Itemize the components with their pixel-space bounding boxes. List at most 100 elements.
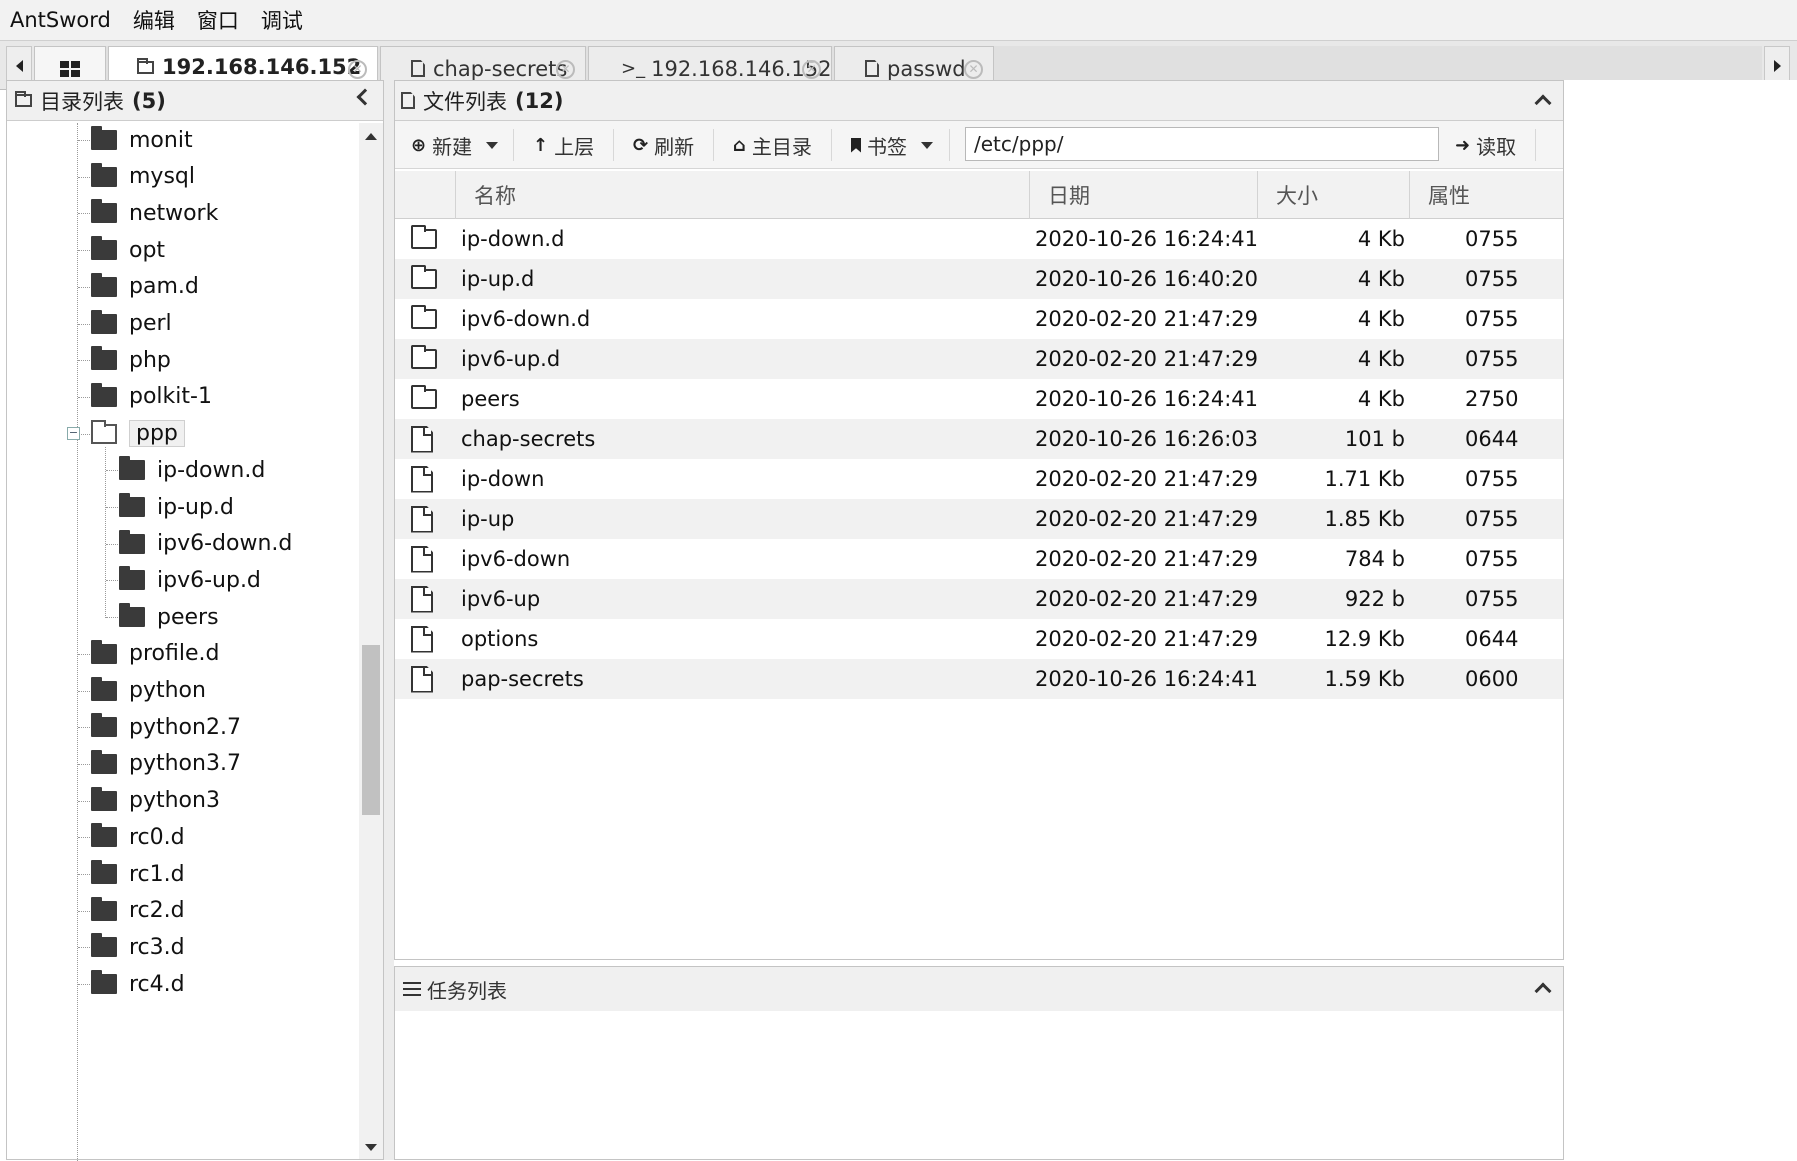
column-size[interactable]: 大小: [1257, 171, 1409, 219]
folder-icon: [91, 346, 117, 371]
file-date: 2020-02-20 21:47:29: [1035, 307, 1259, 331]
directory-tree: − monit mysql network opt pam.d perl php polkit-…: [7, 123, 359, 1161]
table-row[interactable]: chap-secrets 2020-10-26 16:26:03 101 b 0644: [395, 419, 1563, 459]
tree-item-label: rc3.d: [129, 934, 185, 960]
tree-item[interactable]: perl: [91, 307, 172, 341]
table-row[interactable]: ip-down.d 2020-10-26 16:24:41 4 Kb 0755: [395, 219, 1563, 259]
menu-debug[interactable]: 调试: [261, 5, 303, 35]
tree-item[interactable]: mysql: [91, 160, 195, 194]
path-input[interactable]: [965, 127, 1439, 161]
tree-item-label: rc1.d: [129, 861, 185, 887]
table-row[interactable]: ip-up.d 2020-10-26 16:40:20 4 Kb 0755: [395, 259, 1563, 299]
menu-antsword[interactable]: AntSword: [10, 8, 111, 32]
directory-scrollbar[interactable]: [359, 123, 383, 1159]
file-icon: [411, 585, 433, 613]
table-row[interactable]: pap-secrets 2020-10-26 16:24:41 1.59 Kb 060…: [395, 659, 1563, 699]
tree-item[interactable]: python3.7: [91, 747, 241, 781]
tree-item[interactable]: monit: [91, 123, 193, 157]
table-row[interactable]: ip-up 2020-02-20 21:47:29 1.85 Kb 0755: [395, 499, 1563, 539]
file-attr: 0755: [1465, 307, 1519, 331]
close-icon[interactable]: ✕: [802, 60, 821, 79]
table-row[interactable]: ipv6-down.d 2020-02-20 21:47:29 4 Kb 0755: [395, 299, 1563, 339]
column-date[interactable]: 日期: [1029, 171, 1257, 219]
file-toolbar: ⊕ 新建 ↑ 上层 ⟳ 刷新 ⌂ 主目录 书签 ➜ 读取: [395, 121, 1563, 169]
folder-icon: [91, 713, 117, 738]
tree-item-label: ipv6-down.d: [157, 531, 293, 557]
home-icon: ⌂: [733, 134, 746, 156]
directory-panel-header: 目录列表 (5): [7, 81, 383, 121]
up-button[interactable]: ↑ 上层: [533, 127, 594, 163]
tree-item[interactable]: ipv6-down.d: [119, 527, 292, 561]
table-row[interactable]: ipv6-down 2020-02-20 21:47:29 784 b 0755: [395, 539, 1563, 579]
tree-item[interactable]: rc3.d: [91, 930, 185, 964]
arrow-right-icon: ➜: [1455, 134, 1471, 156]
tree-item[interactable]: ip-up.d: [119, 490, 234, 524]
close-icon[interactable]: ✕: [556, 60, 575, 79]
scroll-thumb[interactable]: [362, 645, 380, 815]
tree-item[interactable]: network: [91, 196, 218, 230]
tree-item[interactable]: rc1.d: [91, 857, 185, 891]
tree-item[interactable]: peers: [119, 600, 219, 634]
tree-item[interactable]: polkit-1: [91, 380, 212, 414]
collapse-toggle-icon[interactable]: −: [67, 426, 80, 440]
file-date: 2020-02-20 21:47:29: [1035, 627, 1259, 651]
table-row[interactable]: ipv6-up.d 2020-02-20 21:47:29 4 Kb 0755: [395, 339, 1563, 379]
expand-up-icon[interactable]: [1534, 982, 1552, 1000]
panel-splitter[interactable]: [384, 80, 394, 1160]
tree-item[interactable]: python2.7: [91, 710, 241, 744]
column-name[interactable]: 名称: [455, 171, 1029, 219]
close-icon[interactable]: ✕: [964, 60, 983, 79]
terminal-icon: >_: [621, 58, 646, 79]
file-name: ip-up: [461, 507, 515, 531]
tree-item[interactable]: pam.d: [91, 270, 199, 304]
home-label: 主目录: [751, 134, 812, 159]
table-row[interactable]: options 2020-02-20 21:47:29 12.9 Kb 0644: [395, 619, 1563, 659]
directory-panel-title: 目录列表: [40, 89, 124, 114]
file-date: 2020-10-26 16:40:20: [1035, 267, 1259, 291]
tree-item[interactable]: ip-down.d: [119, 453, 265, 487]
tree-item[interactable]: rc2.d: [91, 894, 185, 928]
file-icon: [411, 665, 433, 693]
collapse-up-icon[interactable]: [1534, 94, 1552, 112]
file-attr: 0755: [1465, 227, 1519, 251]
read-button[interactable]: ➜ 读取: [1455, 127, 1516, 163]
row-icon-cell: [411, 219, 437, 259]
file-date: 2020-02-20 21:47:29: [1035, 467, 1259, 491]
file-name: peers: [461, 387, 520, 411]
tree-item-label: peers: [157, 604, 219, 630]
tree-item-label: mysql: [129, 164, 195, 190]
bookmark-button[interactable]: 书签: [851, 127, 933, 163]
tree-item[interactable]: rc4.d: [91, 967, 185, 1001]
folder-icon: [91, 126, 117, 150]
tree-item[interactable]: profile.d: [91, 637, 219, 671]
file-size: 101 b: [1344, 427, 1405, 451]
tree-item[interactable]: ipv6-up.d: [119, 563, 261, 597]
column-attr[interactable]: 属性: [1409, 171, 1563, 219]
tree-item[interactable]: python: [91, 674, 206, 708]
tree-item-label: python3.7: [129, 751, 241, 777]
tree-item[interactable]: php: [91, 343, 171, 377]
scroll-up-icon[interactable]: [365, 133, 377, 140]
task-panel: 任务列表: [394, 966, 1564, 1160]
menu-window[interactable]: 窗口: [197, 5, 239, 35]
file-size: 4 Kb: [1357, 267, 1405, 291]
file-name: ip-up.d: [461, 267, 535, 291]
tree-item[interactable]: opt: [91, 233, 165, 267]
home-button[interactable]: ⌂ 主目录: [733, 127, 812, 163]
folder-icon: [137, 57, 154, 74]
tab-chap-secrets-label: chap-secrets: [433, 56, 568, 81]
collapse-left-icon[interactable]: [356, 88, 374, 106]
refresh-button[interactable]: ⟳ 刷新: [633, 127, 694, 163]
new-button[interactable]: ⊕ 新建: [411, 127, 499, 163]
tree-item[interactable]: rc0.d: [91, 820, 185, 854]
tree-item[interactable]: ppp: [91, 417, 185, 451]
table-row[interactable]: ipv6-up 2020-02-20 21:47:29 922 b 0755: [395, 579, 1563, 619]
scroll-down-icon[interactable]: [365, 1144, 377, 1151]
table-row[interactable]: ip-down 2020-02-20 21:47:29 1.71 Kb 0755: [395, 459, 1563, 499]
file-attr: 0755: [1465, 267, 1519, 291]
file-attr: 0755: [1465, 467, 1519, 491]
table-row[interactable]: peers 2020-10-26 16:24:41 4 Kb 2750: [395, 379, 1563, 419]
close-icon[interactable]: ✕: [348, 60, 367, 79]
tree-item[interactable]: python3: [91, 784, 220, 818]
menu-edit[interactable]: 编辑: [133, 5, 175, 35]
